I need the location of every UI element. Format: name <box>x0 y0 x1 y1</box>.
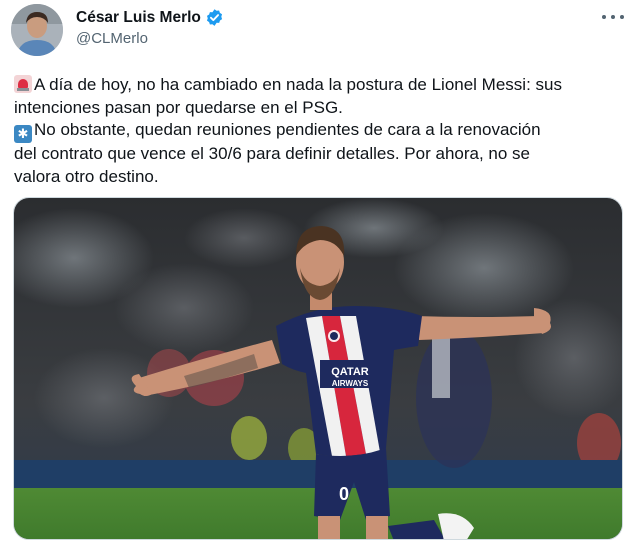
tweet-line-1: A día de hoy, no ha cambiado en nada la … <box>14 74 626 97</box>
police-car-light-icon <box>14 75 32 93</box>
player-celebration-photo: QATAR AIRWAYS 0 <box>14 198 622 539</box>
avatar-image <box>11 4 63 56</box>
verified-badge-icon <box>206 9 223 26</box>
tweet-line-1-text: A día de hoy, no ha cambiado en nada la … <box>34 75 562 94</box>
author-avatar[interactable] <box>11 4 63 56</box>
shirt-sponsor-line1: QATAR <box>331 366 369 378</box>
tweet-text: A día de hoy, no ha cambiado en nada la … <box>14 74 626 188</box>
more-options-icon[interactable] <box>602 10 624 24</box>
author-name-row: César Luis Merlo <box>76 8 224 27</box>
tweet-line-2: intenciones pasan por quedarse en el PSG… <box>14 97 343 117</box>
shirt-sponsor-line2: AIRWAYS <box>332 379 369 388</box>
author-handle[interactable]: @CLMerlo <box>76 30 148 47</box>
tweet-media-photo[interactable]: QATAR AIRWAYS 0 <box>13 197 623 540</box>
tweet-line-3-text: No obstante, quedan reuniones pendientes… <box>34 120 541 139</box>
tweet-line-3: ✱ No obstante, quedan reuniones pendiente… <box>14 119 626 143</box>
shirt-number: 0 <box>339 484 349 504</box>
author-display-name[interactable]: César Luis Merlo <box>76 9 201 27</box>
tweet-card: César Luis Merlo @CLMerlo A día de hoy, … <box>0 0 640 547</box>
tweet-line-4: del contrato que vence el 30/6 para defi… <box>14 144 531 163</box>
tweet-line-5: valora otro destino. <box>14 166 159 186</box>
asterisk-icon: ✱ <box>14 125 32 143</box>
